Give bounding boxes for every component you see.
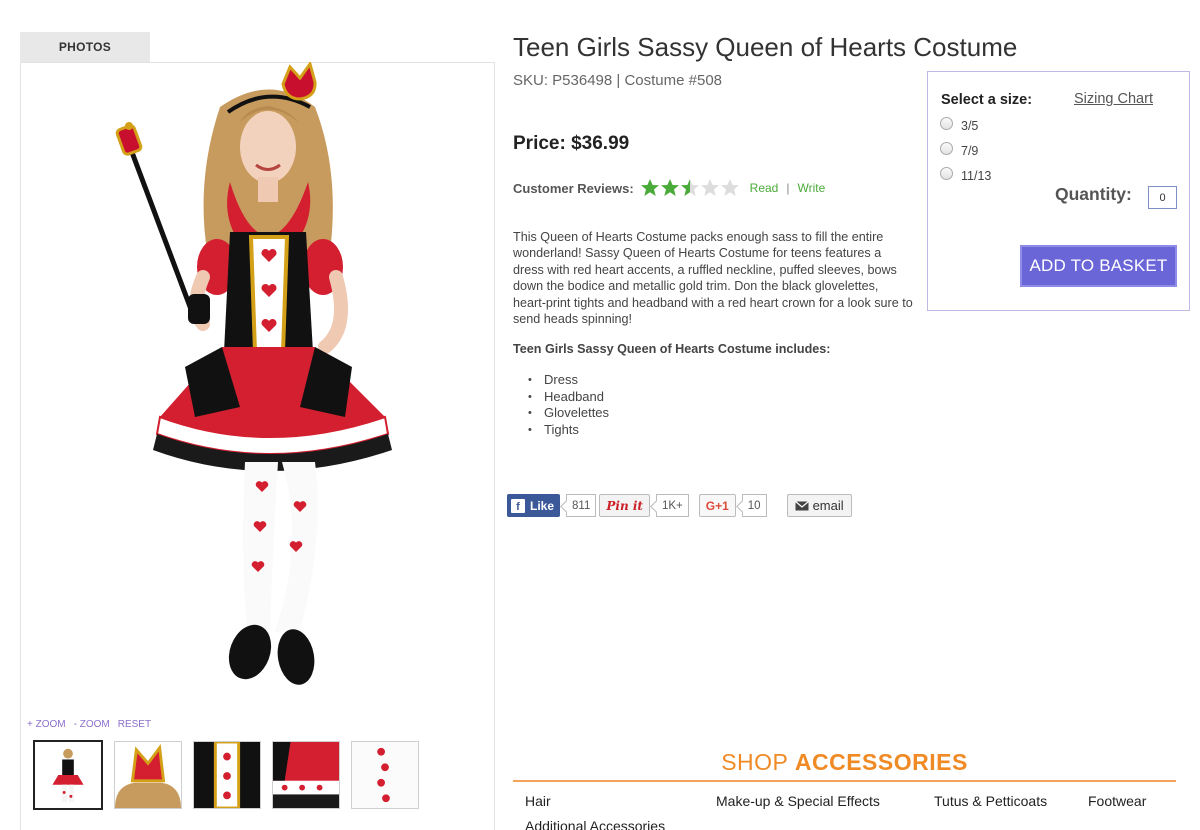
shop-divider [513, 780, 1176, 782]
tab-photos[interactable]: PHOTOS [20, 32, 150, 62]
product-price: Price: $36.99 [513, 133, 630, 154]
facebook-like-button[interactable]: f Like [507, 494, 561, 517]
list-item: Dress [528, 372, 609, 389]
includes-heading: Teen Girls Sassy Queen of Hearts Costume… [513, 342, 831, 356]
reviews-label: Customer Reviews: [513, 180, 634, 196]
list-item: Glovelettes [528, 405, 609, 422]
zoom-controls: + ZOOM - ZOOM RESET [27, 719, 151, 730]
quantity-label: Quantity: [1055, 184, 1132, 204]
quantity-input[interactable]: 0 [1148, 186, 1177, 209]
google-plus-count: 10 [741, 494, 767, 517]
category-link-additional[interactable]: Additional Accessories [525, 818, 665, 830]
star-icon [720, 179, 739, 196]
zoom-reset-button[interactable]: RESET [118, 719, 151, 730]
product-sku: SKU: P536498 | Costume #508 [513, 72, 723, 89]
thumbnail-tights[interactable] [351, 741, 419, 809]
size-label: 11/13 [961, 169, 992, 183]
rating-stars [640, 178, 740, 198]
thumbnail-bodice[interactable] [193, 741, 261, 809]
shop-accessories-heading: SHOP ACCESSORIES [513, 749, 1176, 776]
size-option-11-13[interactable]: 11/13 [940, 166, 992, 183]
zoom-in-button[interactable]: + ZOOM [27, 719, 66, 730]
reviews-separator: | [786, 181, 790, 195]
size-option-7-9[interactable]: 7/9 [940, 141, 979, 158]
size-option-3-5[interactable]: 3/5 [940, 116, 979, 133]
radio-button[interactable] [940, 116, 953, 130]
zoom-out-button[interactable]: - ZOOM [74, 719, 110, 730]
thumbnail-full-costume[interactable] [33, 740, 103, 810]
product-main-image[interactable] [100, 62, 420, 712]
star-icon [640, 179, 659, 196]
facebook-like-count: 811 [566, 494, 597, 517]
facebook-like-label: Like [530, 498, 555, 513]
add-to-basket-button[interactable]: ADD TO BASKET [1020, 245, 1177, 287]
shop-title-bold: ACCESSORIES [794, 749, 968, 775]
star-icon [660, 179, 679, 196]
product-description: This Queen of Hearts Costume packs enoug… [513, 230, 913, 327]
email-share-button[interactable]: email [786, 494, 852, 517]
category-link-makeup[interactable]: Make-up & Special Effects [716, 793, 880, 809]
shop-title-prefix: SHOP [721, 749, 795, 775]
star-icon [680, 179, 699, 196]
email-label: email [812, 498, 844, 513]
category-link-hair[interactable]: Hair [525, 793, 551, 809]
category-link-tutus[interactable]: Tutus & Petticoats [934, 793, 1047, 809]
size-label: 7/9 [961, 144, 979, 158]
write-review-link[interactable]: Write [797, 181, 825, 195]
star-icon [700, 179, 719, 196]
pinterest-count: 1K+ [655, 494, 689, 517]
social-share-bar: f Like 811 Pin it 1K+ G+1 10 email [507, 494, 852, 517]
thumbnail-strip [33, 740, 419, 810]
sizing-chart-link[interactable]: Sizing Chart [1074, 91, 1153, 107]
facebook-icon: f [511, 498, 525, 513]
purchase-panel: Select a size: Sizing Chart 3/5 7/9 11/1… [927, 71, 1190, 311]
category-link-footwear[interactable]: Footwear [1088, 793, 1146, 809]
select-size-label: Select a size: [941, 92, 1033, 108]
google-plus-button[interactable]: G+1 [698, 494, 736, 517]
radio-button[interactable] [940, 166, 953, 180]
size-label: 3/5 [961, 119, 979, 133]
list-item: Headband [528, 389, 609, 406]
envelope-icon [794, 500, 809, 510]
includes-list: Dress Headband Glovelettes Tights [528, 372, 609, 439]
product-title: Teen Girls Sassy Queen of Hearts Costume [513, 32, 1018, 62]
thumbnail-crown[interactable] [114, 741, 182, 809]
list-item: Tights [528, 422, 609, 439]
pinterest-button[interactable]: Pin it [599, 494, 650, 517]
thumbnail-skirt[interactable] [272, 741, 340, 809]
read-reviews-link[interactable]: Read [750, 181, 779, 195]
radio-button[interactable] [940, 141, 953, 155]
customer-reviews: Customer Reviews: Read | Write [513, 178, 825, 198]
